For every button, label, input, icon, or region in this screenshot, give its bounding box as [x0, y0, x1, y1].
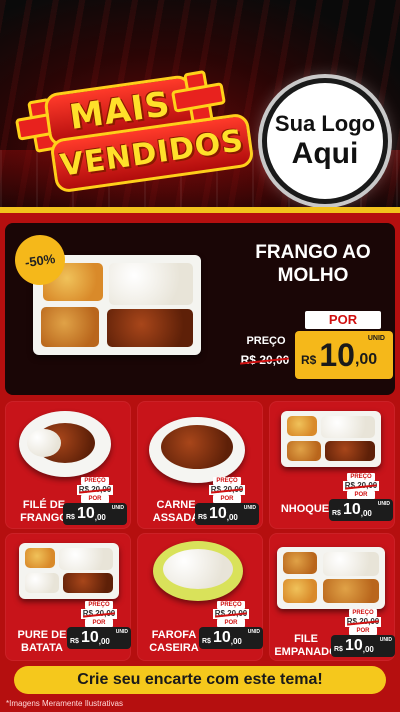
cta-banner[interactable]: Crie seu encarte com este tema! [14, 666, 386, 694]
product-name: FAROFA CASEIRA [149, 629, 199, 654]
product-image [277, 547, 385, 609]
product-image [19, 411, 111, 477]
price-tag: PREÇO R$ 20,00 POR R$ 10 ,00 UNID [199, 601, 263, 649]
por-label: POR [81, 495, 109, 503]
product-image [19, 543, 119, 599]
current-price: R$ 10 ,00 UNID [195, 503, 259, 525]
old-price: R$ 20,00 [77, 485, 113, 495]
mais-vendidos-badge: MAIS VENDIDOS [12, 68, 255, 194]
product-image [153, 541, 243, 601]
unit-label: UNID [367, 335, 385, 342]
current-price: R$ 10 ,00 UNID [63, 503, 127, 525]
product-card-file-empanado[interactable]: FILE EMPANADO PREÇO R$ 20,00 POR R$ 10 ,… [269, 533, 395, 661]
old-price: R$ 20,00 [237, 350, 293, 370]
price-tag: PREÇO R$ 20,00 POR R$ 10 ,00 UNID [329, 473, 393, 521]
header-banner: MAIS VENDIDOS Sua Logo Aqui [0, 0, 400, 210]
price-tag: PREÇO R$ 20,00 POR R$ 10 ,00 UNID [195, 477, 259, 525]
featured-product-name: FRANGO AO MOLHO [255, 242, 371, 286]
product-name: PURE DE BATATA [17, 629, 67, 654]
price-integer: 10 [319, 336, 355, 373]
logo-line2: Aqui [291, 137, 359, 170]
product-card-carne-assada[interactable]: CARNE ASSADA PREÇO R$ 20,00 POR R$ 10 ,0… [137, 401, 263, 529]
current-price: R$ 10 ,00 UNID [67, 627, 131, 649]
current-price: R$ 10 ,00 UNID [331, 635, 395, 657]
product-card-nhoque[interactable]: NHOQUE PREÇO R$ 20,00 POR R$ 10 ,00 UNID [269, 401, 395, 529]
plus-icon [168, 68, 221, 121]
product-card-file-de-frango[interactable]: FILÉ DE FRANGO PREÇO R$ 20,00 POR R$ 10 … [5, 401, 131, 529]
disclaimer-text: *Imagens Meramente Ilustrativas [6, 699, 123, 708]
price-tag: PREÇO R$ 20,00 POR R$ 10 ,00 UNID [331, 609, 395, 657]
logo-line1: Sua Logo [274, 111, 376, 136]
price-tag: PREÇO R$ 20,00 POR R$ 10 ,00 UNID [67, 601, 131, 649]
main-content: -50% FRANGO AO MOLHO POR PREÇO R$ 20,00 … [0, 213, 400, 712]
product-name: FILE EMPANADO [274, 633, 338, 658]
product-image [149, 417, 245, 483]
current-price: R$ 10 ,00 UNID [199, 627, 263, 649]
price-tag: PREÇO R$ 20,00 POR R$ 10 ,00 UNID [63, 477, 127, 525]
featured-product-card[interactable]: -50% FRANGO AO MOLHO POR PREÇO R$ 20,00 … [5, 223, 395, 395]
product-card-farofa-caseira[interactable]: FAROFA CASEIRA PREÇO R$ 20,00 POR R$ 10 … [137, 533, 263, 661]
product-name: NHOQUE [280, 503, 330, 515]
price-cents: ,00 [354, 351, 378, 368]
current-price: R$ 10 ,00 UNID [329, 499, 393, 521]
product-image [281, 411, 381, 467]
product-card-pure-de-batata[interactable]: PURE DE BATATA PREÇO R$ 20,00 POR R$ 10 … [5, 533, 131, 661]
preco-label: PREÇO [246, 335, 286, 347]
currency: R$ [301, 353, 317, 367]
por-label: POR [305, 311, 381, 329]
featured-price-tag: POR PREÇO R$ 20,00 R$ 10 ,00 UNID [237, 311, 393, 381]
preco-label: PREÇO [81, 477, 109, 485]
current-price: R$ 10 ,00 UNID [295, 331, 393, 379]
logo-placeholder[interactable]: Sua Logo Aqui [262, 78, 388, 204]
